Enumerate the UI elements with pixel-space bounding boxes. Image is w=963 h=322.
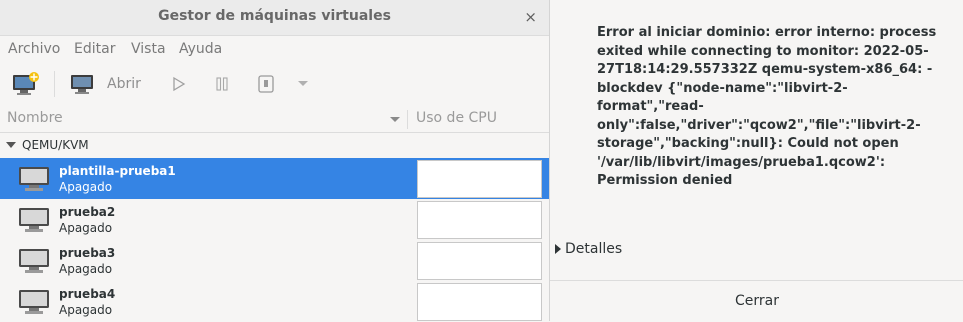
new-vm-icon[interactable] xyxy=(12,72,40,96)
window-title: Gestor de máquinas virtuales xyxy=(158,8,391,24)
connection-label: QEMU/KVM xyxy=(22,138,89,152)
open-button-label[interactable]: Abrir xyxy=(107,76,141,92)
vm-monitor-icon xyxy=(19,290,49,314)
monitor-icon[interactable] xyxy=(70,74,94,95)
cpu-usage-graph xyxy=(417,242,542,280)
cpu-usage-graph xyxy=(417,201,542,239)
vm-monitor-icon xyxy=(19,208,49,232)
chevron-down-icon[interactable] xyxy=(297,80,309,88)
power-icon[interactable] xyxy=(257,75,275,93)
menu-editar[interactable]: Editar xyxy=(74,41,115,57)
vm-row[interactable]: prueba2 Apagado xyxy=(0,199,549,240)
vm-name: prueba3 xyxy=(59,246,116,260)
dialog-button-area: Cerrar xyxy=(550,280,963,322)
vm-name: plantilla-prueba1 xyxy=(59,164,176,178)
toolbar: Abrir xyxy=(0,63,549,105)
column-separator xyxy=(407,110,408,129)
column-name[interactable]: Nombre xyxy=(7,110,63,126)
vm-monitor-icon xyxy=(19,249,49,273)
expander-down-icon[interactable] xyxy=(6,142,16,149)
column-cpu-usage[interactable]: Uso de CPU xyxy=(416,110,497,126)
vm-state: Apagado xyxy=(59,180,113,194)
menu-archivo[interactable]: Archivo xyxy=(8,41,60,57)
toolbar-separator xyxy=(54,71,55,97)
menu-ayuda[interactable]: Ayuda xyxy=(179,41,222,57)
vm-state: Apagado xyxy=(59,303,113,317)
close-window-icon[interactable]: × xyxy=(524,8,537,26)
error-message: Error al iniciar dominio: error interno:… xyxy=(597,25,937,188)
close-button[interactable]: Cerrar xyxy=(550,281,963,322)
pause-icon[interactable] xyxy=(214,76,230,92)
titlebar: Gestor de máquinas virtuales × xyxy=(0,0,549,36)
vm-manager-window: Gestor de máquinas virtuales × Archivo E… xyxy=(0,0,549,321)
connection-group[interactable]: QEMU/KVM xyxy=(0,133,549,157)
vm-row[interactable]: prueba3 Apagado xyxy=(0,240,549,281)
vm-state: Apagado xyxy=(59,221,113,235)
vm-monitor-icon xyxy=(19,167,49,191)
cpu-usage-graph xyxy=(417,160,542,198)
vm-name: prueba2 xyxy=(59,205,116,219)
cpu-usage-graph xyxy=(417,283,542,321)
details-label: Detalles xyxy=(565,241,623,257)
vm-state: Apagado xyxy=(59,262,113,276)
details-expander[interactable]: Detalles xyxy=(555,241,622,257)
play-icon[interactable] xyxy=(171,76,187,92)
menubar: Archivo Editar Vista Ayuda xyxy=(0,36,549,63)
vm-name: prueba4 xyxy=(59,287,116,301)
error-dialog: Error al iniciar dominio: error interno:… xyxy=(549,0,963,322)
column-header: Nombre Uso de CPU xyxy=(0,106,549,133)
sort-down-icon[interactable] xyxy=(389,116,401,124)
vm-row[interactable]: prueba4 Apagado xyxy=(0,281,549,322)
menu-vista[interactable]: Vista xyxy=(131,41,166,57)
vm-row[interactable]: plantilla-prueba1 Apagado xyxy=(0,158,549,199)
expander-right-icon xyxy=(555,244,561,254)
